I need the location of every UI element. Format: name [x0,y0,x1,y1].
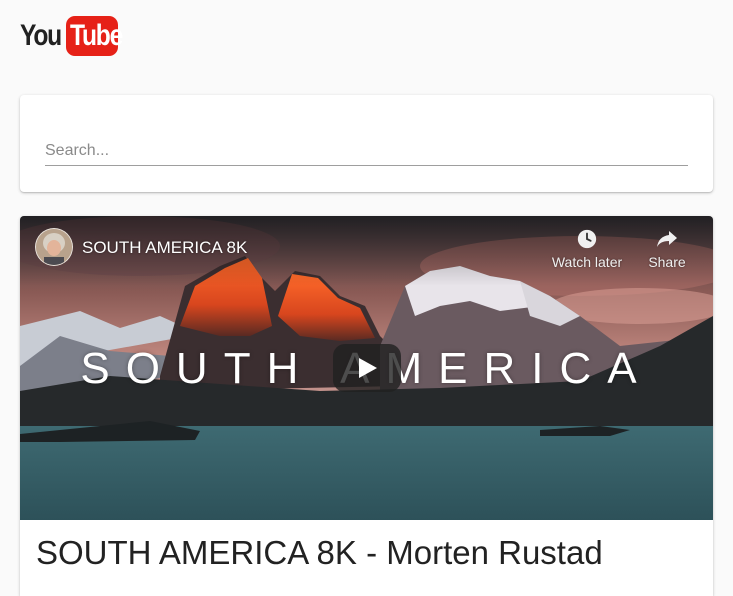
share-button[interactable]: Share [627,228,707,270]
logo-tube-badge: Tube [66,16,123,56]
watch-later-label: Watch later [551,254,623,270]
avatar-face-icon [36,229,72,265]
play-icon [359,358,377,378]
share-arrow-icon [657,231,677,247]
video-card: SOUTH AMERICA 8K Watch later Share SOUTH… [20,216,713,596]
clock-icon [577,229,597,249]
logo-you-text: You [20,19,62,52]
channel-avatar[interactable] [35,228,73,266]
youtube-logo[interactable]: You Tube [20,16,123,56]
share-label: Share [648,254,686,270]
watch-later-button[interactable]: Watch later [547,228,627,270]
play-button[interactable] [333,344,401,392]
logo-tube-text: Tube [70,19,123,52]
video-heading: SOUTH AMERICA 8K - Morten Rustad [36,534,603,571]
search-card [20,95,713,192]
video-overlay-title[interactable]: SOUTH AMERICA 8K [82,238,247,258]
search-input[interactable] [45,137,688,166]
video-player[interactable]: SOUTH AMERICA 8K Watch later Share SOUTH… [20,216,713,520]
